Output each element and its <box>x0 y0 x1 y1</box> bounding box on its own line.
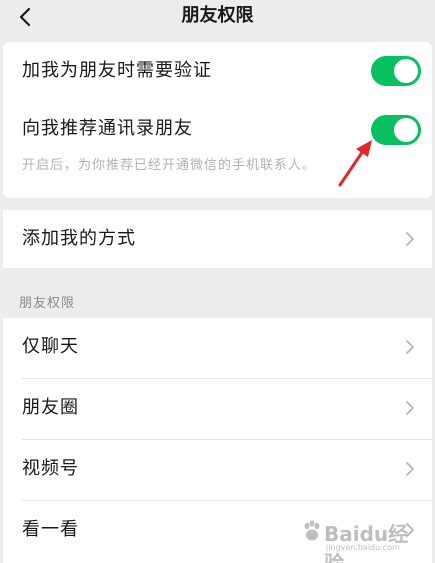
toggle-knob <box>394 59 418 83</box>
add-methods-card: 添加我的方式 <box>3 210 432 268</box>
list-item-label: 视频号 <box>22 458 79 479</box>
list-item-label: 看一看 <box>22 519 79 540</box>
chevron-right-icon <box>406 401 414 415</box>
list-item-chat-only[interactable]: 仅聊天 <box>3 318 432 376</box>
baidu-watermark: Baidu经验 jingyan.baidu.com <box>300 516 420 563</box>
chevron-right-icon <box>406 462 414 476</box>
contacts-recommend-hint: 开启后，为你推荐已经开通微信的手机联系人。 <box>22 158 317 173</box>
chevron-right-icon <box>406 232 414 246</box>
list-item-label: 仅聊天 <box>22 336 79 357</box>
paw-icon <box>304 520 320 541</box>
verification-row[interactable]: 加我为朋友时需要验证 <box>3 42 432 100</box>
add-methods-label: 添加我的方式 <box>22 228 136 249</box>
add-methods-row[interactable]: 添加我的方式 <box>3 210 432 268</box>
toggle-knob <box>394 118 418 142</box>
list-item-channels[interactable]: 视频号 <box>3 440 432 498</box>
list-item-label: 朋友圈 <box>22 397 79 418</box>
nav-bar: 朋友权限 <box>0 0 435 36</box>
watermark-url: jingyan.baidu.com <box>326 543 400 552</box>
contacts-recommend-label: 向我推荐通讯录朋友 <box>22 118 193 139</box>
verification-label: 加我为朋友时需要验证 <box>22 60 212 81</box>
red-arrow-icon <box>338 140 372 187</box>
chevron-right-icon <box>406 340 414 354</box>
page-title: 朋友权限 <box>181 5 254 26</box>
verification-toggle[interactable] <box>371 56 421 86</box>
watermark-text: Baidu经验 <box>324 522 409 563</box>
section-title: 朋友权限 <box>19 296 76 311</box>
list-item-moments[interactable]: 朋友圈 <box>3 379 432 437</box>
